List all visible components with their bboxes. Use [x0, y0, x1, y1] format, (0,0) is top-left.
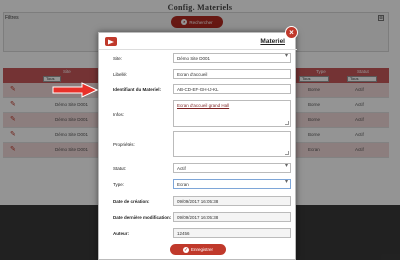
- libelle-label: Libellé:: [113, 72, 128, 77]
- infos-textarea[interactable]: Ecran d'accueil grand Hall: [173, 100, 291, 127]
- date-modif-field: 09/09/2017 16:05:38: [173, 212, 291, 222]
- identifiant-field[interactable]: AB-CD-EF-GH-IJ-KL: [173, 84, 291, 94]
- site-select[interactable]: Démo Site D001: [173, 53, 291, 63]
- date-creation-field: 09/09/2017 16:05:38: [173, 196, 291, 206]
- auteur-label: Auteur:: [113, 231, 129, 236]
- save-button-label: Enregistrer: [190, 247, 213, 252]
- date-creation-label: Date de création:: [113, 199, 150, 204]
- close-icon[interactable]: ×: [285, 26, 298, 39]
- materiel-modal: Materiel × Site: Démo Site D001 Libellé:…: [98, 26, 298, 260]
- type-label: Type:: [113, 182, 125, 187]
- identifiant-label: Identifiant du Materiel:: [113, 87, 162, 92]
- proprietes-label: Propriétés:: [113, 142, 135, 147]
- auteur-field: 12456: [173, 228, 291, 238]
- proprietes-textarea[interactable]: [173, 131, 291, 157]
- libelle-field[interactable]: Ecran d'accueil: [173, 69, 291, 79]
- type-select[interactable]: Ecran: [173, 179, 291, 189]
- check-icon: ✓: [182, 246, 189, 253]
- resize-handle-icon[interactable]: [285, 151, 289, 155]
- statut-select[interactable]: Actif: [173, 163, 291, 173]
- logo-icon: [105, 37, 117, 46]
- arrow-annotation-icon: [52, 82, 98, 98]
- modal-divider: [99, 49, 297, 50]
- resize-handle-icon[interactable]: [285, 121, 289, 125]
- modal-title: Materiel: [260, 38, 285, 45]
- play-logo-icon: [108, 39, 114, 44]
- infos-text: Ecran d'accueil grand Hall: [177, 103, 230, 108]
- site-label: Site:: [113, 56, 123, 61]
- statut-label: Statut:: [113, 166, 127, 171]
- date-modif-label: Date dernière modification:: [113, 215, 172, 220]
- save-button[interactable]: ✓ Enregistrer: [170, 244, 226, 255]
- infos-label: Infos:: [113, 112, 125, 117]
